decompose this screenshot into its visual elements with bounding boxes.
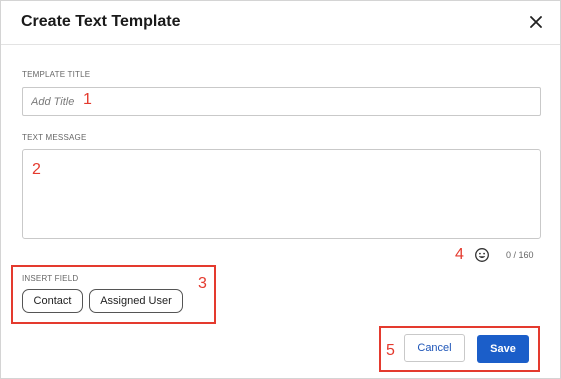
save-button[interactable]: Save (477, 335, 529, 363)
annotation-5: 5 (386, 342, 395, 359)
cancel-button[interactable]: Cancel (404, 334, 465, 362)
create-text-template-dialog: Create Text Template TEMPLATE TITLE 1 TE… (0, 0, 561, 379)
template-title-label: TEMPLATE TITLE (22, 70, 91, 79)
annotation-1: 1 (83, 91, 92, 108)
insert-field-assigned-user-chip[interactable]: Assigned User (89, 289, 183, 313)
emoji-smiley-icon[interactable] (474, 247, 490, 263)
text-message-label: TEXT MESSAGE (22, 133, 87, 142)
character-counter: 0 / 160 (506, 250, 534, 260)
annotation-2: 2 (32, 161, 41, 178)
close-icon (530, 16, 542, 28)
close-button[interactable] (525, 11, 547, 33)
dialog-header: Create Text Template (1, 1, 560, 45)
insert-field-label: INSERT FIELD (22, 274, 79, 283)
annotation-3: 3 (198, 275, 207, 292)
annotation-4: 4 (455, 246, 464, 263)
template-title-input[interactable] (22, 87, 541, 116)
dialog-title: Create Text Template (21, 13, 181, 30)
insert-field-contact-chip[interactable]: Contact (22, 289, 83, 313)
text-message-textarea[interactable] (22, 149, 541, 239)
